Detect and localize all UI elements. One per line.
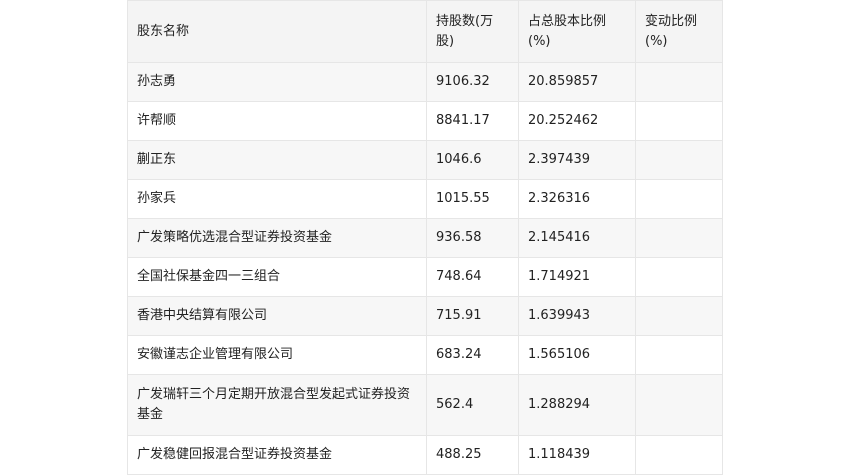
shareholder-table: 股东名称 持股数(万股) 占总股本比例(%) 变动比例(%) 孙志勇 9106.… — [127, 0, 723, 475]
shareholder-name: 许帮顺 — [127, 101, 427, 141]
header-shareholder-name: 股东名称 — [127, 0, 427, 63]
ratio-value: 2.326316 — [518, 179, 636, 219]
change-value — [635, 140, 723, 180]
change-value — [635, 62, 723, 102]
table-row: 孙家兵 1015.55 2.326316 — [127, 179, 723, 219]
shareholder-name: 广发瑞轩三个月定期开放混合型发起式证券投资基金 — [127, 374, 427, 436]
shareholder-name: 蒯正东 — [127, 140, 427, 180]
change-value — [635, 435, 723, 475]
shares-value: 715.91 — [426, 296, 519, 336]
shares-value: 8841.17 — [426, 101, 519, 141]
shares-value: 748.64 — [426, 257, 519, 297]
ratio-value: 1.639943 — [518, 296, 636, 336]
shareholder-name: 广发稳健回报混合型证券投资基金 — [127, 435, 427, 475]
change-value — [635, 374, 723, 436]
shareholder-name: 广发策略优选混合型证券投资基金 — [127, 218, 427, 258]
table-row: 蒯正东 1046.6 2.397439 — [127, 140, 723, 180]
change-value — [635, 335, 723, 375]
table-row: 许帮顺 8841.17 20.252462 — [127, 101, 723, 141]
table-row: 安徽谨志企业管理有限公司 683.24 1.565106 — [127, 335, 723, 375]
shares-value: 562.4 — [426, 374, 519, 436]
shareholder-name: 安徽谨志企业管理有限公司 — [127, 335, 427, 375]
ratio-value: 1.118439 — [518, 435, 636, 475]
ratio-value: 20.859857 — [518, 62, 636, 102]
table-row: 广发策略优选混合型证券投资基金 936.58 2.145416 — [127, 218, 723, 258]
shares-value: 9106.32 — [426, 62, 519, 102]
ratio-value: 2.397439 — [518, 140, 636, 180]
shareholder-table-container: 股东名称 持股数(万股) 占总股本比例(%) 变动比例(%) 孙志勇 9106.… — [127, 0, 723, 475]
header-change: 变动比例(%) — [635, 0, 723, 63]
table-header-row: 股东名称 持股数(万股) 占总股本比例(%) 变动比例(%) — [127, 0, 723, 63]
table-row: 广发稳健回报混合型证券投资基金 488.25 1.118439 — [127, 435, 723, 475]
shareholder-name: 香港中央结算有限公司 — [127, 296, 427, 336]
ratio-value: 1.714921 — [518, 257, 636, 297]
change-value — [635, 296, 723, 336]
shares-value: 683.24 — [426, 335, 519, 375]
shareholder-name: 孙家兵 — [127, 179, 427, 219]
shares-value: 1015.55 — [426, 179, 519, 219]
header-ratio: 占总股本比例(%) — [518, 0, 636, 63]
ratio-value: 20.252462 — [518, 101, 636, 141]
change-value — [635, 179, 723, 219]
table-row: 香港中央结算有限公司 715.91 1.639943 — [127, 296, 723, 336]
change-value — [635, 101, 723, 141]
table-row: 全国社保基金四一三组合 748.64 1.714921 — [127, 257, 723, 297]
ratio-value: 1.565106 — [518, 335, 636, 375]
ratio-value: 1.288294 — [518, 374, 636, 436]
shares-value: 1046.6 — [426, 140, 519, 180]
shareholder-name: 孙志勇 — [127, 62, 427, 102]
change-value — [635, 257, 723, 297]
ratio-value: 2.145416 — [518, 218, 636, 258]
shareholder-name: 全国社保基金四一三组合 — [127, 257, 427, 297]
table-row: 孙志勇 9106.32 20.859857 — [127, 62, 723, 102]
change-value — [635, 218, 723, 258]
header-shares: 持股数(万股) — [426, 0, 519, 63]
shares-value: 488.25 — [426, 435, 519, 475]
shares-value: 936.58 — [426, 218, 519, 258]
table-row: 广发瑞轩三个月定期开放混合型发起式证券投资基金 562.4 1.288294 — [127, 374, 723, 436]
